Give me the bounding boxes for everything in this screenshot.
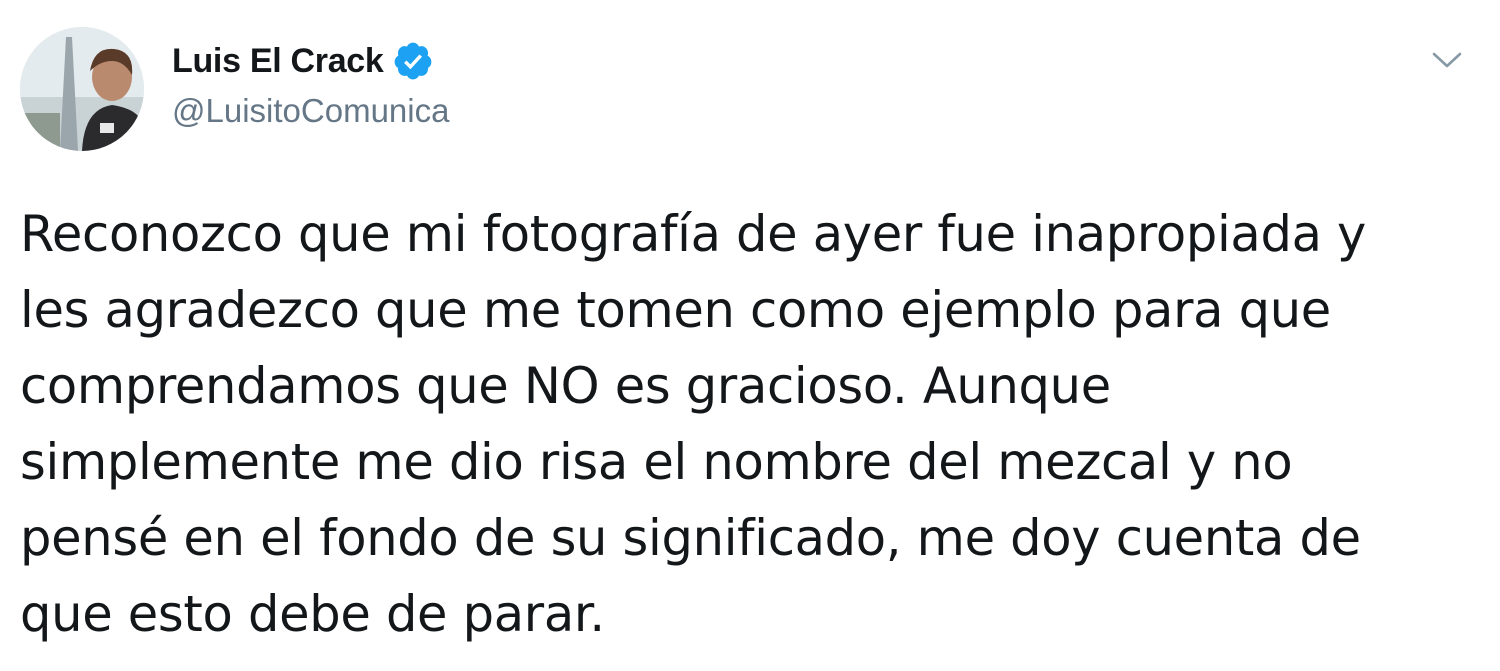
avatar[interactable] bbox=[20, 27, 144, 151]
tweet-header: Luis El Crack @LuisitoComunica bbox=[20, 24, 1500, 154]
avatar-photo bbox=[20, 27, 144, 151]
display-name-row: Luis El Crack bbox=[172, 36, 449, 86]
verified-badge-icon bbox=[392, 40, 434, 82]
tweet-card: Luis El Crack @LuisitoComunica Reconozco… bbox=[0, 0, 1500, 671]
author-names: Luis El Crack @LuisitoComunica bbox=[172, 36, 449, 130]
author-handle[interactable]: @LuisitoComunica bbox=[172, 92, 449, 130]
display-name[interactable]: Luis El Crack bbox=[172, 42, 384, 81]
tweet-text: Reconozco que mi fotografía de ayer fue … bbox=[20, 205, 1367, 643]
chevron-down-icon[interactable] bbox=[1430, 46, 1464, 72]
